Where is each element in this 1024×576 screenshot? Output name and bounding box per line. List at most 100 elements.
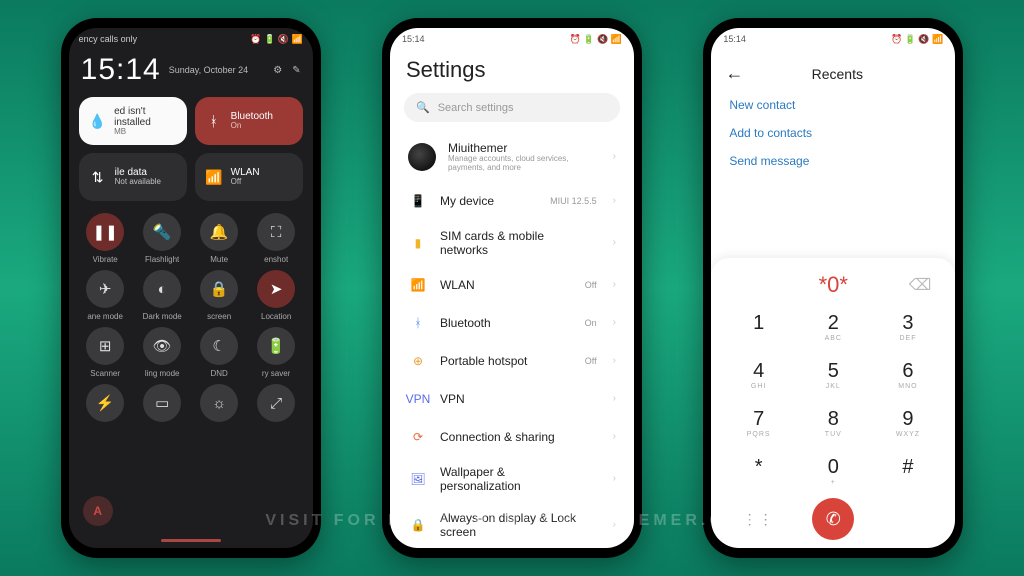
chevron-right-icon: › bbox=[613, 195, 616, 206]
settings-row-wlan[interactable]: 📶 WLAN Off › bbox=[394, 266, 630, 304]
key-0[interactable]: 0+ bbox=[796, 452, 871, 490]
settings-row-sim-cards-mobile-networks[interactable]: ▮ SIM cards & mobile networks › bbox=[394, 220, 630, 266]
chevron-right-icon: › bbox=[613, 279, 616, 290]
tile-icon: 💧 bbox=[89, 113, 106, 130]
edit-icon[interactable]: ✎ bbox=[292, 65, 300, 76]
status-bar: ency calls only ⏰ 🔋 🔇 📶 bbox=[69, 28, 313, 47]
status-left: ency calls only bbox=[79, 34, 138, 45]
toggle-icon: 🔔 bbox=[200, 213, 238, 251]
toggle-icon: ☾ bbox=[200, 327, 238, 365]
search-input[interactable]: 🔍 Search settings bbox=[404, 93, 620, 122]
dialer-link-new-contact[interactable]: New contact bbox=[729, 98, 941, 112]
qs-toggle-ane-mode[interactable]: ✈ ane mode bbox=[79, 270, 132, 321]
key-9[interactable]: 9WXYZ bbox=[871, 404, 946, 442]
key-7[interactable]: 7PQRS bbox=[721, 404, 796, 442]
toggle-icon: ◐ bbox=[143, 270, 181, 308]
phone-settings: 15:14 ⏰ 🔋 🔇 📶 Settings 🔍 Search settings… bbox=[382, 18, 642, 558]
qs-toggle-scanner[interactable]: ⊞ Scanner bbox=[79, 327, 132, 378]
qs-toggle-enshot[interactable]: ⛶ enshot bbox=[250, 213, 303, 264]
toggle-icon: ❚❚ bbox=[86, 213, 124, 251]
row-icon: 🔒 bbox=[408, 515, 428, 535]
toggle-icon: 🔒 bbox=[200, 270, 238, 308]
settings-row-always-on-display-lock-screen[interactable]: 🔒 Always-on display & Lock screen › bbox=[394, 502, 630, 548]
qs-toggle-dnd[interactable]: ☾ DND bbox=[193, 327, 246, 378]
dialer-link-send-message[interactable]: Send message bbox=[729, 154, 941, 168]
qs-toggle-location[interactable]: ➤ Location bbox=[250, 270, 303, 321]
key-#[interactable]: # bbox=[871, 452, 946, 490]
page-title: Settings bbox=[390, 51, 634, 93]
tile-icon: 📶 bbox=[205, 169, 223, 186]
qs-toggle-ling-mode[interactable]: 👁 ling mode bbox=[136, 327, 189, 378]
qs-toggle-blank[interactable]: ☼ bbox=[193, 384, 246, 426]
chevron-right-icon: › bbox=[613, 431, 616, 442]
qs-toggle-screen[interactable]: 🔒 screen bbox=[193, 270, 246, 321]
row-icon: 📶 bbox=[408, 275, 428, 295]
key-8[interactable]: 8TUV bbox=[796, 404, 871, 442]
toggle-icon: 🔦 bbox=[143, 213, 181, 251]
qs-toggle-blank[interactable]: ⚡ bbox=[79, 384, 132, 426]
status-right-icons: ⏰ 🔋 🔇 📶 bbox=[250, 34, 302, 45]
search-placeholder: Search settings bbox=[438, 102, 514, 114]
avatar bbox=[408, 143, 436, 171]
clock-time: 15:14 bbox=[81, 53, 161, 87]
account-sub: Manage accounts, cloud services, payment… bbox=[448, 155, 601, 173]
key-5[interactable]: 5JKL bbox=[796, 356, 871, 394]
row-icon: ᚼ bbox=[408, 313, 428, 333]
row-icon: ⟳ bbox=[408, 427, 428, 447]
menu-icon[interactable]: ⋮⋮ bbox=[721, 511, 796, 528]
settings-row-vpn[interactable]: VPN VPN › bbox=[394, 380, 630, 418]
toggle-icon: 🔋 bbox=[257, 327, 295, 365]
chevron-right-icon: › bbox=[613, 317, 616, 328]
toggle-icon: ⊞ bbox=[86, 327, 124, 365]
account-name: Miuithemer bbox=[448, 141, 601, 155]
dialed-number: *0* bbox=[819, 272, 848, 298]
phone-quick-settings: ency calls only ⏰ 🔋 🔇 📶 15:14 Sunday, Oc… bbox=[61, 18, 321, 558]
qs-tile-ed-isn-t-installed[interactable]: 💧 ed isn't installed MB bbox=[79, 97, 187, 145]
dial-pad: *0* ⌫ 12ABC3DEF 4GHI5JKL6MNO 7PQRS8TUV9WXY… bbox=[711, 258, 955, 548]
settings-row-bluetooth[interactable]: ᚼ Bluetooth On › bbox=[394, 304, 630, 342]
qs-toggle-mute[interactable]: 🔔 Mute bbox=[193, 213, 246, 264]
qs-toggle-blank[interactable]: ⤢ bbox=[250, 384, 303, 426]
clock-date: Sunday, October 24 bbox=[169, 65, 266, 75]
row-icon: 🖼 bbox=[408, 469, 428, 489]
toggle-icon: ☼ bbox=[200, 384, 238, 422]
call-button[interactable]: ✆ bbox=[812, 498, 854, 540]
chevron-right-icon: › bbox=[613, 355, 616, 366]
toggle-icon: ▭ bbox=[143, 384, 181, 422]
row-icon: VPN bbox=[408, 389, 428, 409]
toggle-icon: ✈ bbox=[86, 270, 124, 308]
qs-toggle-flashlight[interactable]: 🔦 Flashlight bbox=[136, 213, 189, 264]
settings-row-connection-sharing[interactable]: ⟳ Connection & sharing › bbox=[394, 418, 630, 456]
settings-row-wallpaper-personalization[interactable]: 🖼 Wallpaper & personalization › bbox=[394, 456, 630, 502]
toggle-icon: ➤ bbox=[257, 270, 295, 308]
qs-toggle-vibrate[interactable]: ❚❚ Vibrate bbox=[79, 213, 132, 264]
auto-brightness-badge[interactable]: A bbox=[83, 496, 113, 526]
row-icon: ▮ bbox=[408, 233, 428, 253]
key-*[interactable]: * bbox=[721, 452, 796, 490]
key-2[interactable]: 2ABC bbox=[796, 308, 871, 346]
row-icon: 📱 bbox=[408, 191, 428, 211]
qs-tile-ile-data[interactable]: ⇅ ile data Not available bbox=[79, 153, 187, 201]
dialer-link-add-to-contacts[interactable]: Add to contacts bbox=[729, 126, 941, 140]
settings-gear-icon[interactable]: ⚙ bbox=[273, 65, 282, 76]
toggle-icon: ⤢ bbox=[257, 384, 295, 422]
qs-toggle-blank[interactable]: ▭ bbox=[136, 384, 189, 426]
page-title: Recents bbox=[733, 66, 941, 82]
key-6[interactable]: 6MNO bbox=[871, 356, 946, 394]
row-icon: ⊕ bbox=[408, 351, 428, 371]
settings-row-portable-hotspot[interactable]: ⊕ Portable hotspot Off › bbox=[394, 342, 630, 380]
backspace-icon[interactable]: ⌫ bbox=[909, 275, 932, 295]
tile-icon: ⇅ bbox=[89, 169, 107, 186]
search-icon: 🔍 bbox=[416, 101, 430, 114]
key-3[interactable]: 3DEF bbox=[871, 308, 946, 346]
account-row[interactable]: Miuithemer Manage accounts, cloud servic… bbox=[394, 132, 630, 182]
qs-toggle-dark-mode[interactable]: ◐ Dark mode bbox=[136, 270, 189, 321]
qs-tile-bluetooth[interactable]: ᚼ Bluetooth On bbox=[195, 97, 303, 145]
status-bar: 15:14 ⏰ 🔋 🔇 📶 bbox=[711, 28, 955, 51]
key-4[interactable]: 4GHI bbox=[721, 356, 796, 394]
settings-row-my-device[interactable]: 📱 My device MIUI 12.5.5 › bbox=[394, 182, 630, 220]
qs-toggle-ry-saver[interactable]: 🔋 ry saver bbox=[250, 327, 303, 378]
qs-tile-wlan[interactable]: 📶 WLAN Off bbox=[195, 153, 303, 201]
toggle-icon: ⛶ bbox=[257, 213, 295, 251]
key-1[interactable]: 1 bbox=[721, 308, 796, 346]
